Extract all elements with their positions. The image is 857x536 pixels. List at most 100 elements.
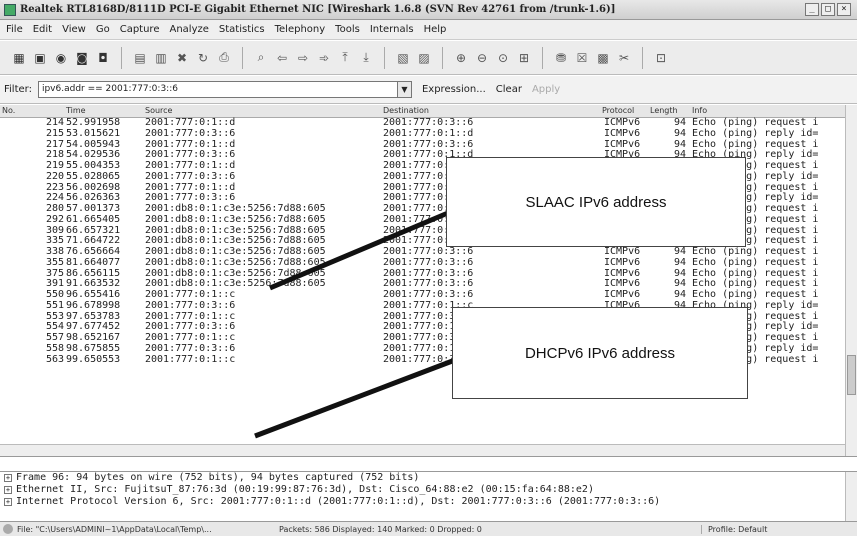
close-button[interactable]: × [837, 3, 851, 16]
stop-capture-icon[interactable]: ◙ [73, 49, 91, 67]
packet-protocol: ICMPv6 [604, 353, 641, 365]
go-to-packet-icon[interactable]: ➾ [315, 49, 333, 67]
save-file-icon[interactable]: ▥ [152, 49, 170, 67]
minimize-button[interactable]: _ [805, 3, 819, 16]
close-file-icon[interactable]: ✖ [173, 49, 191, 67]
resize-columns-icon[interactable]: ⊞ [515, 49, 533, 67]
packet-info: Echo (ping) request i [692, 353, 819, 365]
open-file-icon[interactable]: ▤ [131, 49, 149, 67]
packet-source: 2001:db8:0:1:c3e:5256:7d88:605 [145, 256, 326, 268]
expand-icon[interactable]: + [4, 486, 12, 494]
menu-internals[interactable]: Internals [370, 24, 414, 35]
menu-view[interactable]: View [62, 24, 86, 35]
packet-info: Echo (ping) reply id= [692, 342, 819, 354]
menu-help[interactable]: Help [424, 24, 447, 35]
clear-button[interactable]: Clear [496, 84, 522, 95]
detail-row-frame[interactable]: + Frame 96: 94 bytes on wire (752 bits), … [0, 472, 857, 484]
expert-info-icon[interactable] [3, 524, 13, 534]
expand-icon[interactable]: + [4, 474, 12, 482]
go-last-icon[interactable]: ⤓ [357, 49, 375, 67]
packet-row[interactable]: 215 2001:777:0:3::6 2001:777:0:1::d ICMPv6 9… [0, 127, 845, 140]
zoom-normal-icon[interactable]: ⊙ [494, 49, 512, 67]
packet-time: 98.675855 [66, 342, 121, 354]
packet-row[interactable]: 558 2001:777:0:3::6 2001:777:0:1::c ICMPv6 9… [0, 342, 845, 355]
zoom-out-icon[interactable]: ⊖ [473, 49, 491, 67]
packet-length: 94 [673, 342, 686, 354]
menu-edit[interactable]: Edit [33, 24, 52, 35]
packet-length: 94 [673, 170, 686, 182]
packet-no: 558 [45, 342, 64, 354]
packet-destination: 2001:777:0:1::c [383, 299, 474, 311]
packet-source: 2001:777:0:3::6 [145, 127, 236, 139]
menu-file[interactable]: File [6, 24, 23, 35]
menu-telephony[interactable]: Telephony [275, 24, 326, 35]
column-header-info[interactable]: Info [692, 106, 707, 115]
scrollbar-thumb[interactable] [847, 355, 856, 395]
packet-no: 563 [45, 353, 64, 365]
detail-row-ethernet[interactable]: + Ethernet II, Src: FujitsuT_87:76:3d (00… [0, 484, 857, 496]
packet-list-vertical-scrollbar[interactable] [845, 105, 857, 456]
toolbar-separator [384, 46, 385, 69]
detail-row-ipv6[interactable]: + Internet Protocol Version 6, Src: 2001:… [0, 496, 857, 508]
auto-scroll-icon[interactable]: ▨ [415, 49, 433, 67]
details-scrollbar[interactable] [845, 472, 857, 522]
column-header-no[interactable]: No. [2, 106, 15, 115]
preferences-icon[interactable]: ✂ [615, 49, 633, 67]
filter-input[interactable]: ipv6.addr == 2001:777:0:3::6 [37, 81, 398, 98]
menu-tools[interactable]: Tools [335, 24, 360, 35]
expression-button[interactable]: Expression... [422, 84, 486, 95]
apply-button[interactable]: Apply [532, 84, 560, 95]
display-filters-icon[interactable]: ☒ [573, 49, 591, 67]
packet-source: 2001:db8:0:1:c3e:5256:7d88:605 [145, 213, 326, 225]
packet-time: 55.028065 [66, 170, 121, 182]
menu-capture[interactable]: Capture [120, 24, 160, 35]
zoom-in-icon[interactable]: ⊕ [452, 49, 470, 67]
capture-options-icon[interactable]: ▣ [31, 49, 49, 67]
maximize-button[interactable]: □ [821, 3, 835, 16]
packet-rows: 214 2001:777:0:1::d 2001:777:0:3::6 ICMPv6 9… [0, 117, 845, 366]
packet-info: Echo (ping) request i [692, 256, 819, 268]
column-header-source[interactable]: Source [145, 106, 172, 115]
find-packet-icon[interactable]: ⌕ [252, 49, 270, 67]
reload-icon[interactable]: ↻ [194, 49, 212, 67]
coloring-rules-icon[interactable]: ▩ [594, 49, 612, 67]
packet-row[interactable]: 292 2001:db8:0:1:c3e:5256:7d88:605 2001:77… [0, 213, 845, 226]
window-controls: _ □ × [805, 3, 851, 16]
menu-analyze[interactable]: Analyze [169, 24, 208, 35]
packet-info: Echo (ping) reply id= [692, 299, 819, 311]
status-bar: File: "C:\Users\ADMINI~1\AppData\Local\T… [0, 521, 857, 536]
help-icon[interactable]: ⊡ [652, 49, 670, 67]
menu-go[interactable]: Go [96, 24, 110, 35]
expand-icon[interactable]: + [4, 498, 12, 506]
restart-capture-icon[interactable]: ◘ [94, 49, 112, 67]
column-header-protocol[interactable]: Protocol [602, 106, 634, 115]
go-back-icon[interactable]: ⇦ [273, 49, 291, 67]
packet-row[interactable]: 551 2001:777:0:3::6 2001:777:0:1::c ICMPv6 9… [0, 299, 845, 312]
packet-no: 355 [45, 256, 64, 268]
interfaces-icon[interactable]: ▦ [10, 49, 28, 67]
colorize-icon[interactable]: ▧ [394, 49, 412, 67]
packet-protocol: ICMPv6 [604, 342, 641, 354]
packet-row[interactable]: 355 2001:db8:0:1:c3e:5256:7d88:605 2001:77… [0, 256, 845, 269]
packet-time: 81.664077 [66, 256, 121, 268]
packet-length: 94 [673, 353, 686, 365]
status-profile[interactable]: Profile: Default [701, 524, 767, 534]
packet-list-horizontal-scrollbar[interactable] [0, 444, 845, 456]
column-header-time[interactable]: Time [66, 106, 86, 115]
toolbar-separator [642, 46, 643, 69]
go-first-icon[interactable]: ⤒ [336, 49, 354, 67]
packet-row[interactable]: 563 2001:777:0:1::c 2001:777:0:3::6 ICMPv6 9… [0, 353, 845, 366]
packet-protocol: ICMPv6 [604, 127, 641, 139]
toolbar-separator [121, 46, 122, 69]
print-icon[interactable]: ⎙ [215, 49, 233, 67]
packet-row[interactable]: 220 2001:777:0:3::6 2001:777:0:1::d ICMPv6 9… [0, 170, 845, 183]
menu-statistics[interactable]: Statistics [219, 24, 265, 35]
go-forward-icon[interactable]: ⇨ [294, 49, 312, 67]
filter-dropdown-icon[interactable]: ▼ [397, 81, 412, 98]
column-header-destination[interactable]: Destination [383, 106, 429, 115]
start-capture-icon[interactable]: ◉ [52, 49, 70, 67]
packet-length: 94 [673, 127, 686, 139]
column-header-length[interactable]: Length [650, 106, 678, 115]
packet-length: 94 [673, 213, 686, 225]
capture-filters-icon[interactable]: ⛃ [552, 49, 570, 67]
